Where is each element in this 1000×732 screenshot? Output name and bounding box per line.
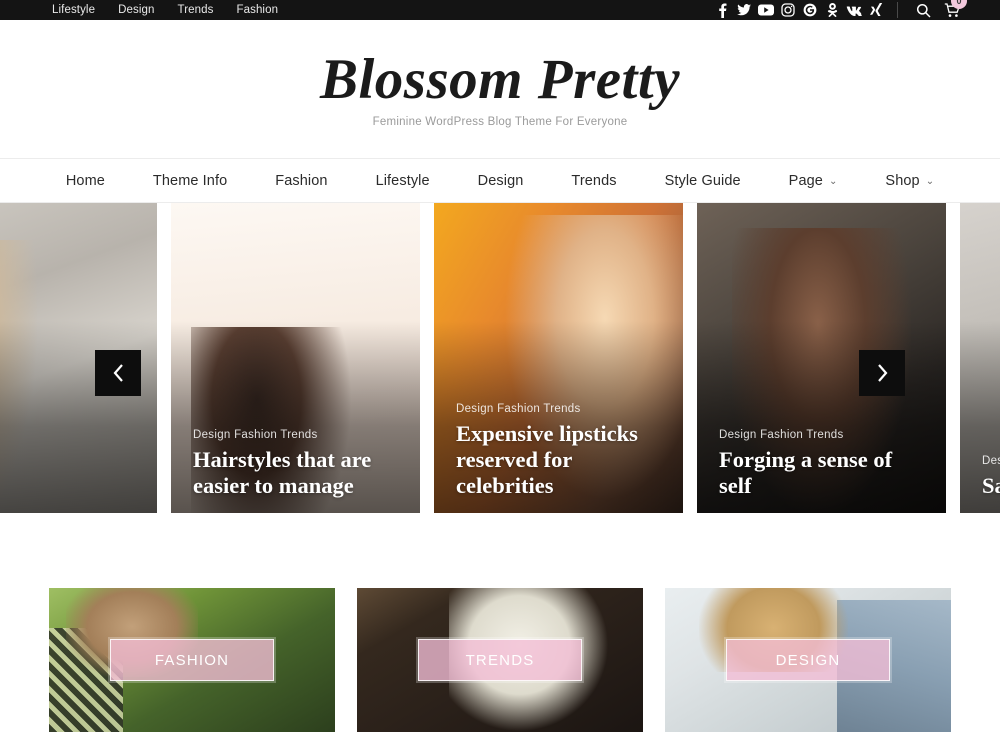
nav-item-style-guide[interactable]: Style Guide bbox=[641, 159, 765, 203]
nav-label: Page bbox=[788, 172, 823, 189]
category-label: FASHION bbox=[154, 651, 230, 669]
nav-item-theme-info[interactable]: Theme Info bbox=[129, 159, 251, 203]
topbar-menu: Lifestyle Design Trends Fashion bbox=[52, 0, 301, 20]
chevron-down-icon: ⌄ bbox=[828, 175, 838, 187]
xing-icon[interactable] bbox=[865, 0, 887, 20]
nav-item-shop[interactable]: Shop ⌄ bbox=[861, 159, 958, 203]
slide-title[interactable]: Hairstyles that are easier to manage bbox=[193, 447, 404, 499]
topbar-item-trends[interactable]: Trends bbox=[178, 0, 214, 20]
featured-slider: about Design Fashion Trends Hairstyles t… bbox=[0, 203, 1000, 524]
nav-item-fashion[interactable]: Fashion bbox=[251, 159, 351, 203]
nav-label: Home bbox=[65, 172, 105, 189]
nav-label: Design bbox=[477, 172, 524, 189]
category-label: TRENDS bbox=[465, 651, 535, 669]
topbar-item-lifestyle[interactable]: Lifestyle bbox=[52, 0, 95, 20]
nav-label: Style Guide bbox=[664, 172, 741, 189]
nav-item-home[interactable]: Home bbox=[42, 159, 129, 203]
slide-item[interactable]: Design Fashion Trends Expensive lipstick… bbox=[434, 203, 683, 513]
slide-categories[interactable]: Design Fashion Trends bbox=[719, 429, 930, 441]
topbar-item-fashion[interactable]: Fashion bbox=[236, 0, 278, 20]
slide-title[interactable]: Forging a sense of self bbox=[719, 447, 930, 499]
youtube-icon[interactable] bbox=[755, 0, 777, 20]
cart-icon[interactable]: 0 bbox=[940, 0, 967, 20]
slide-caption: Design Save le Trend Hairst bbox=[982, 455, 1000, 499]
chevron-left-icon bbox=[113, 364, 123, 382]
site-header: Blossom Pretty Feminine WordPress Blog T… bbox=[0, 20, 1000, 159]
vk-icon[interactable] bbox=[843, 0, 865, 20]
category-card-trends[interactable]: TRENDS bbox=[357, 588, 643, 732]
slider-next-button[interactable] bbox=[859, 350, 905, 396]
search-icon[interactable] bbox=[912, 0, 934, 20]
nav-label: Theme Info bbox=[152, 172, 228, 189]
nav-label: Shop bbox=[885, 172, 920, 189]
chevron-down-icon: ⌄ bbox=[925, 175, 935, 187]
slide-title[interactable]: about bbox=[0, 473, 141, 499]
slide-categories[interactable]: Design Fashion Trends bbox=[193, 429, 404, 441]
category-card-design[interactable]: DESIGN bbox=[665, 588, 951, 732]
slide-caption: about bbox=[0, 467, 141, 499]
slide-item[interactable]: Design Save le Trend Hairst bbox=[960, 203, 1000, 513]
main-navigation: Home Theme Info Fashion Lifestyle Design… bbox=[0, 159, 1000, 203]
slider-track: about Design Fashion Trends Hairstyles t… bbox=[0, 203, 1000, 524]
slide-categories[interactable]: Design bbox=[982, 455, 1000, 467]
topbar-right-group: 0 bbox=[711, 0, 967, 20]
nav-item-page[interactable]: Page ⌄ bbox=[765, 159, 862, 203]
slide-caption: Design Fashion Trends Hairstyles that ar… bbox=[193, 429, 404, 499]
site-tagline: Feminine WordPress Blog Theme For Everyo… bbox=[372, 116, 628, 129]
category-label-box: DESIGN bbox=[724, 637, 892, 683]
slide-categories[interactable]: Design Fashion Trends bbox=[456, 403, 667, 415]
slide-title[interactable]: Expensive lipsticks reserved for celebri… bbox=[456, 421, 667, 499]
category-card-fashion[interactable]: FASHION bbox=[49, 588, 335, 732]
facebook-icon[interactable] bbox=[711, 0, 733, 20]
nav-label: Fashion bbox=[275, 172, 328, 189]
instagram-icon[interactable] bbox=[777, 0, 799, 20]
slide-item[interactable]: Design Fashion Trends Hairstyles that ar… bbox=[171, 203, 420, 513]
nav-label: Trends bbox=[571, 172, 617, 189]
slide-caption: Design Fashion Trends Forging a sense of… bbox=[719, 429, 930, 499]
odnoklassniki-icon[interactable] bbox=[821, 0, 843, 20]
nav-item-design[interactable]: Design bbox=[454, 159, 548, 203]
site-title[interactable]: Blossom Pretty bbox=[320, 49, 680, 110]
category-label: DESIGN bbox=[775, 651, 841, 669]
chevron-right-icon bbox=[877, 364, 887, 382]
nav-item-trends[interactable]: Trends bbox=[547, 159, 640, 203]
category-cards-row: FASHION TRENDS DESIGN bbox=[0, 588, 1000, 732]
nav-label: Lifestyle bbox=[375, 172, 430, 189]
category-label-box: FASHION bbox=[108, 637, 276, 683]
top-bar: Lifestyle Design Trends Fashion 0 bbox=[0, 0, 1000, 20]
googleplus-icon[interactable] bbox=[799, 0, 821, 20]
twitter-icon[interactable] bbox=[733, 0, 755, 20]
slider-prev-button[interactable] bbox=[95, 350, 141, 396]
topbar-item-design[interactable]: Design bbox=[118, 0, 154, 20]
topbar-divider bbox=[897, 2, 898, 18]
slide-title[interactable]: Save le Trend Hairst bbox=[982, 473, 1000, 499]
nav-item-lifestyle[interactable]: Lifestyle bbox=[352, 159, 454, 203]
slide-caption: Design Fashion Trends Expensive lipstick… bbox=[456, 403, 667, 499]
category-label-box: TRENDS bbox=[416, 637, 584, 683]
slide-item[interactable]: Design Fashion Trends Forging a sense of… bbox=[697, 203, 946, 513]
